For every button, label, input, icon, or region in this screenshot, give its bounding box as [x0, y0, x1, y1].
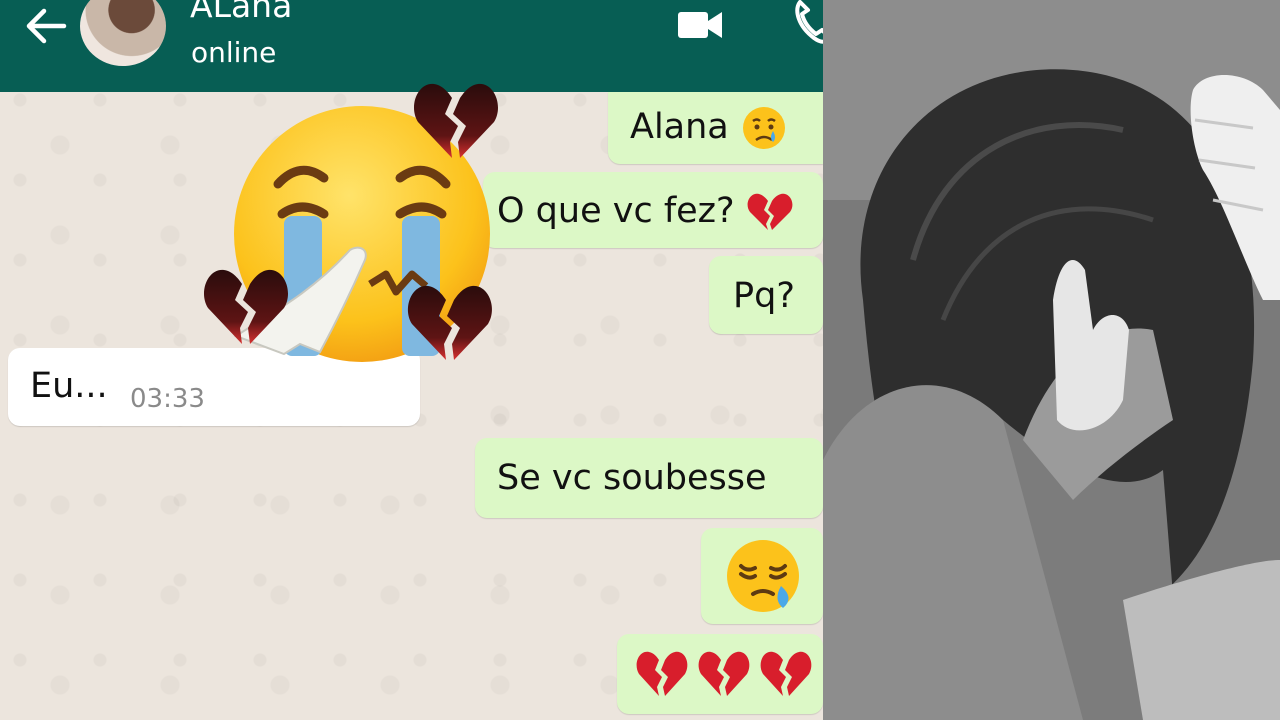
outgoing-message[interactable]: Alana	[608, 92, 823, 164]
message-text: Pq?	[733, 276, 795, 316]
broken-heart-icon	[747, 193, 793, 230]
outgoing-message[interactable]	[701, 528, 823, 624]
message-text: Alana	[630, 107, 729, 147]
avatar[interactable]	[80, 0, 166, 66]
broken-hearts-icon	[636, 651, 812, 696]
outgoing-message[interactable]	[617, 634, 823, 714]
message-text: O que vc fez?	[497, 191, 735, 231]
crying-face-icon	[742, 107, 785, 149]
message-time: 03:33	[130, 384, 205, 414]
outgoing-message[interactable]: Pq?	[709, 256, 823, 334]
back-arrow-icon[interactable]	[22, 6, 68, 46]
contact-status: online	[191, 36, 277, 69]
outgoing-message[interactable]: Se vc soubesse	[475, 438, 823, 518]
crying-sticker-icon	[203, 83, 499, 362]
photo-illustration	[823, 0, 1280, 720]
sleepy-face-icon	[727, 540, 799, 612]
outgoing-message[interactable]: O que vc fez?	[483, 172, 823, 248]
sad-woman-photo	[823, 0, 1280, 720]
message-text: Eu...	[30, 366, 108, 406]
contact-name[interactable]: ALana	[190, 0, 292, 25]
message-text: Se vc soubesse	[497, 458, 767, 498]
chat-window: ALana online Alana O que vc fez? Pq? Eu.…	[0, 0, 823, 720]
phone-call-icon[interactable]	[792, 0, 823, 48]
video-call-icon[interactable]	[676, 4, 724, 44]
